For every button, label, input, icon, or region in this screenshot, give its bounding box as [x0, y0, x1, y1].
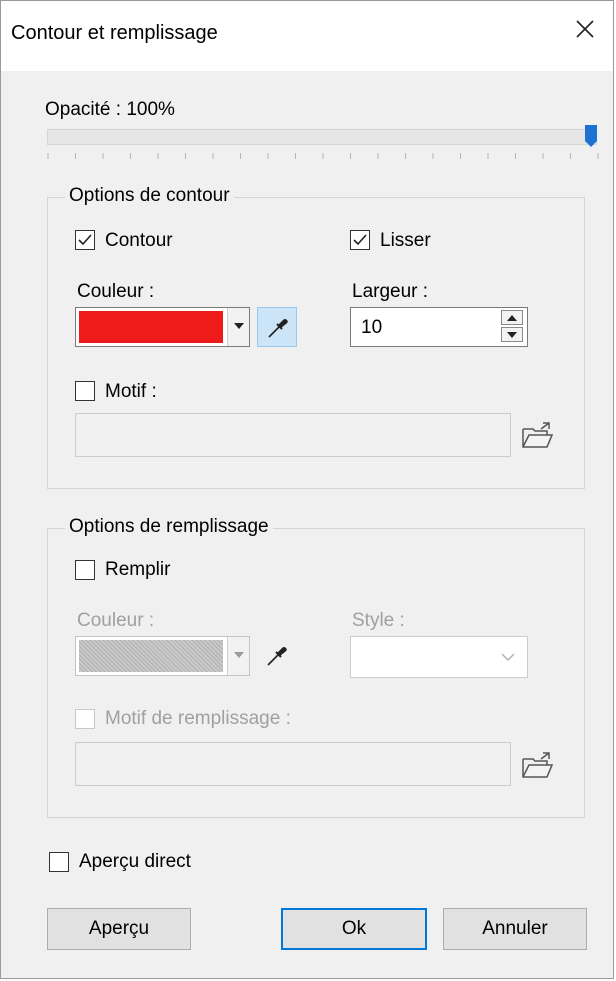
motif-path-field[interactable] — [75, 413, 511, 457]
contour-color-label: Couleur : — [77, 281, 155, 302]
fill-color-label: Couleur : — [77, 610, 155, 631]
motif-checkbox[interactable] — [75, 381, 95, 401]
largeur-value[interactable]: 10 — [361, 317, 382, 339]
cancel-button[interactable]: Annuler — [443, 908, 587, 950]
live-preview-checkbox[interactable] — [49, 852, 69, 872]
lisser-checkbox[interactable] — [350, 230, 370, 250]
largeur-spinbox[interactable]: 10 — [350, 307, 528, 347]
contour-checkbox[interactable] — [75, 230, 95, 250]
fill-color-picker[interactable] — [75, 636, 250, 676]
remplir-checkbox-label[interactable]: Remplir — [105, 559, 170, 581]
contour-group-title: Options de contour — [65, 185, 234, 207]
open-folder-icon[interactable] — [521, 751, 555, 781]
remplir-checkbox[interactable] — [75, 560, 95, 580]
chevron-down-icon[interactable] — [227, 637, 249, 675]
largeur-label: Largeur : — [352, 281, 429, 302]
fill-group-title: Options de remplissage — [65, 516, 273, 538]
opacity-slider-ticks — [47, 153, 599, 159]
fill-motif-path-field[interactable] — [75, 742, 511, 786]
spin-down-button[interactable] — [501, 327, 523, 342]
eyedropper-icon — [268, 319, 288, 338]
chevron-down-icon — [501, 653, 515, 661]
contour-color-picker[interactable] — [75, 307, 250, 347]
contour-color-swatch — [79, 311, 223, 343]
contour-checkbox-label[interactable]: Contour — [105, 230, 173, 252]
ok-button[interactable]: Ok — [281, 908, 427, 950]
title-bar: Contour et remplissage — [1, 1, 613, 71]
largeur-spinner — [501, 310, 525, 344]
window-title: Contour et remplissage — [11, 22, 218, 44]
preview-button[interactable]: Aperçu — [47, 908, 191, 950]
motif-checkbox-label[interactable]: Motif : — [105, 381, 157, 403]
live-preview-label[interactable]: Aperçu direct — [79, 851, 191, 873]
eyedropper-icon — [267, 647, 287, 666]
opacity-slider-thumb[interactable] — [585, 125, 597, 147]
motif-remplissage-label[interactable]: Motif de remplissage : — [105, 708, 291, 730]
chevron-down-icon[interactable] — [227, 308, 249, 346]
dialog-window: Contour et remplissage Opacité : 100% Op… — [0, 0, 614, 979]
opacity-slider-track[interactable] — [47, 129, 597, 145]
lisser-checkbox-label[interactable]: Lisser — [380, 230, 431, 252]
open-folder-icon[interactable] — [521, 421, 555, 451]
spin-up-button[interactable] — [501, 310, 523, 325]
style-label: Style : — [352, 610, 405, 631]
opacity-label: Opacité : 100% — [45, 99, 175, 120]
style-select[interactable] — [350, 636, 528, 678]
fill-color-swatch — [79, 640, 223, 672]
eyedropper-button[interactable] — [257, 307, 297, 347]
motif-remplissage-checkbox[interactable] — [75, 709, 95, 729]
close-icon[interactable] — [571, 15, 599, 43]
fill-eyedropper-button[interactable] — [257, 636, 297, 676]
